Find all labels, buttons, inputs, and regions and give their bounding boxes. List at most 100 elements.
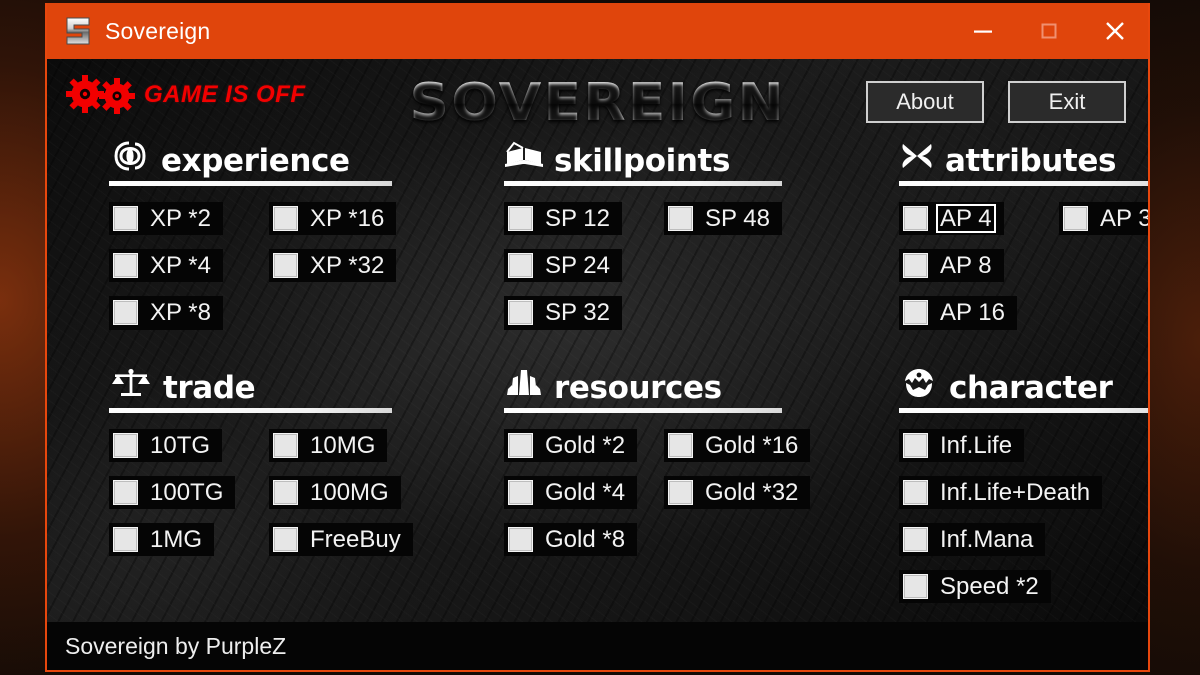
checkbox-icon[interactable] [273, 432, 298, 458]
option-gold-16[interactable]: Gold *16 [664, 428, 811, 462]
section-experience: experience XP *2 XP *16 XP *4 XP *32 XP … [109, 137, 504, 330]
checkbox-icon[interactable] [668, 479, 693, 505]
checkbox-icon[interactable] [903, 432, 928, 458]
checkbox-icon[interactable] [903, 206, 928, 232]
option-label: XP *2 [150, 205, 211, 232]
header-row: GAME IS OFF SOVEREIGN About Exit [47, 59, 1148, 133]
checkbox-icon[interactable] [273, 253, 298, 279]
option-label: 1MG [150, 525, 203, 553]
checkbox-icon[interactable] [113, 253, 138, 279]
option-label: Gold *16 [705, 431, 799, 459]
book-icon [504, 140, 544, 177]
checkbox-icon[interactable] [508, 432, 533, 458]
close-icon[interactable] [1082, 3, 1148, 59]
section-trade: trade 10TG 10MG 100TG 100MG 1MG FreeBuy [109, 364, 504, 604]
title-bar: Sovereign [47, 3, 1148, 59]
option-label: Inf.Life [940, 431, 1013, 459]
option-label: Gold *32 [705, 478, 799, 506]
options-trade: 10TG 10MG 100TG 100MG 1MG FreeBuy [109, 428, 504, 557]
option-100tg[interactable]: 100TG [109, 475, 236, 509]
checkbox-icon[interactable] [1063, 206, 1088, 232]
minimize-icon[interactable] [950, 3, 1016, 59]
s-shield-icon [65, 16, 91, 46]
eye-icon [109, 140, 151, 177]
option-gold-8[interactable]: Gold *8 [504, 522, 638, 557]
option-speed-2[interactable]: Speed *2 [899, 570, 1051, 604]
option-label: Gold *2 [545, 431, 626, 459]
section-rule-attributes [899, 181, 1148, 186]
checkbox-icon[interactable] [113, 300, 138, 326]
checkbox-icon[interactable] [508, 253, 533, 279]
shuriken-icon [899, 140, 935, 177]
checkbox-icon[interactable] [113, 527, 138, 553]
option-label: SP 32 [545, 299, 610, 327]
checkbox-icon[interactable] [903, 527, 928, 553]
option-xp-2[interactable]: XP *2 [109, 202, 223, 236]
option-gold-4[interactable]: Gold *4 [504, 475, 638, 509]
option-ap-16[interactable]: AP 16 [899, 296, 1017, 330]
option-label: 10MG [310, 431, 376, 459]
checkbox-icon[interactable] [273, 527, 298, 553]
option-label: 100MG [310, 478, 389, 506]
option-label: AP 4 [936, 203, 996, 234]
section-header-character: character [899, 364, 1148, 404]
option-ap-32[interactable]: AP 32 [1059, 202, 1148, 236]
option-sp-12[interactable]: SP 12 [504, 202, 622, 236]
option-label: XP *32 [310, 252, 385, 280]
option-inf-mana[interactable]: Inf.Mana [899, 522, 1046, 557]
application-window: Sovereign GAME IS OFF SOVEREIGN About Ex… [45, 3, 1150, 672]
option-freebuy[interactable]: FreeBuy [269, 522, 413, 557]
checkbox-icon[interactable] [113, 206, 138, 232]
option-sp-32[interactable]: SP 32 [504, 296, 622, 330]
checkbox-icon[interactable] [903, 253, 928, 279]
option-100mg[interactable]: 100MG [269, 475, 401, 509]
section-title-trade: trade [163, 369, 256, 406]
section-rule-experience [109, 181, 392, 186]
option-sp-24[interactable]: SP 24 [504, 249, 622, 283]
checkbox-icon[interactable] [273, 479, 298, 505]
section-rule-character [899, 407, 1148, 413]
options-experience: XP *2 XP *16 XP *4 XP *32 XP *8 [109, 202, 504, 330]
option-label: 100TG [150, 478, 224, 506]
maximize-icon[interactable] [1016, 3, 1082, 59]
checkbox-icon[interactable] [903, 574, 928, 600]
checkbox-icon[interactable] [668, 432, 693, 458]
option-xp-16[interactable]: XP *16 [269, 202, 397, 236]
scales-icon [109, 367, 153, 404]
option-ap-4[interactable]: AP 4 [899, 202, 1004, 236]
about-button[interactable]: About [866, 81, 984, 123]
option-xp-32[interactable]: XP *32 [269, 249, 397, 283]
checkbox-icon[interactable] [508, 527, 533, 553]
option-label: SP 24 [545, 252, 610, 280]
options-skillpoints: SP 12 SP 48 SP 24 SP 32 [504, 202, 899, 330]
checkbox-icon[interactable] [508, 206, 533, 232]
option-label: Inf.Life+Death [940, 478, 1091, 506]
checkbox-icon[interactable] [903, 300, 928, 326]
exit-button[interactable]: Exit [1008, 81, 1126, 123]
checkbox-icon[interactable] [508, 300, 533, 326]
option-ap-8[interactable]: AP 8 [899, 249, 1004, 283]
section-rule-trade [109, 407, 392, 413]
checkbox-icon[interactable] [113, 479, 138, 505]
option-1mg[interactable]: 1MG [109, 522, 215, 557]
option-inf-life-death[interactable]: Inf.Life+Death [899, 475, 1103, 509]
checkbox-icon[interactable] [508, 479, 533, 505]
option-label: Gold *4 [545, 478, 626, 506]
game-status: GAME IS OFF [65, 75, 306, 115]
option-xp-8[interactable]: XP *8 [109, 296, 223, 330]
option-10mg[interactable]: 10MG [269, 428, 388, 462]
option-xp-4[interactable]: XP *4 [109, 249, 223, 283]
checkbox-icon[interactable] [903, 479, 928, 505]
option-gold-32[interactable]: Gold *32 [664, 475, 811, 509]
checkbox-icon[interactable] [668, 206, 693, 232]
option-sp-48[interactable]: SP 48 [664, 202, 782, 236]
option-label: XP *4 [150, 252, 211, 280]
option-gold-2[interactable]: Gold *2 [504, 428, 638, 462]
option-10tg[interactable]: 10TG [109, 428, 223, 462]
checkbox-icon[interactable] [113, 432, 138, 458]
option-inf-life[interactable]: Inf.Life [899, 428, 1025, 462]
section-title-attributes: attributes [945, 143, 1117, 179]
checkbox-icon[interactable] [273, 206, 298, 232]
